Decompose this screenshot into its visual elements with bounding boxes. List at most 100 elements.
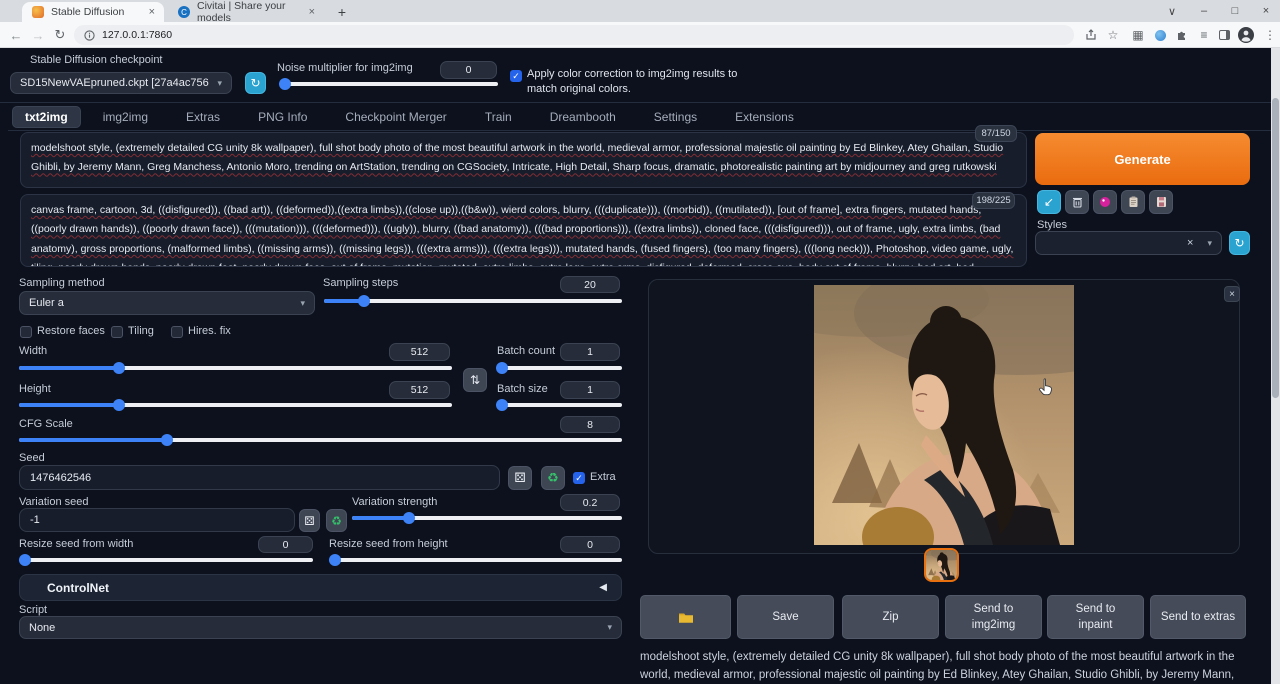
page-scrollbar[interactable] [1271,48,1280,684]
tab-close-icon[interactable]: × [309,6,315,18]
sampling-method-value: Euler a [29,297,64,309]
tab-dreambooth[interactable]: Dreambooth [534,106,632,128]
send-to-extras-button[interactable]: Send to extras [1150,595,1246,639]
share-button[interactable] [1081,25,1101,45]
save-style-button[interactable] [1149,190,1173,214]
browser-tab-stable-diffusion[interactable]: Stable Diffusion × [22,2,164,22]
arrow-down-left-icon: ↙ [1044,195,1054,209]
extra-seed-checkbox[interactable]: ✓ [573,472,585,484]
width-slider[interactable] [19,362,452,374]
reading-list-button[interactable]: ≡ [1194,25,1214,45]
extension-dot-button[interactable] [1150,25,1170,45]
variation-reuse-seed-button[interactable]: ♻ [326,509,347,532]
reuse-seed-button[interactable]: ♻ [541,466,565,490]
prompt-text: modelshoot style, (extremely detailed CG… [31,142,1003,173]
browser-menu-button[interactable]: ⋮ [1260,25,1280,45]
batch-size-slider[interactable] [497,399,622,411]
noise-multiplier-slider[interactable] [281,78,498,90]
apply-style-button[interactable] [1121,190,1145,214]
gallery-thumbnail[interactable] [924,548,959,582]
tab-checkpoint-merger[interactable]: Checkpoint Merger [329,106,462,128]
checkpoint-dropdown[interactable]: SD15NewVAEpruned.ckpt [27a4ac756c] ▾ [10,72,232,94]
tab-extras[interactable]: Extras [170,106,236,128]
forward-button[interactable]: → [28,25,48,45]
list-icon: ≡ [1200,28,1207,42]
variation-strength-slider[interactable] [352,512,622,524]
close-gallery-button[interactable]: × [1224,286,1240,302]
styles-refresh-button[interactable]: ↻ [1229,231,1250,255]
swap-dimensions-button[interactable]: ⇅ [463,368,487,392]
height-slider[interactable] [19,399,452,411]
new-tab-button[interactable]: + [330,2,354,22]
address-bar[interactable]: 127.0.0.1:7860 [74,25,1074,45]
save-button[interactable]: Save [737,595,834,639]
cfg-scale-slider[interactable] [19,434,622,446]
generate-button[interactable]: Generate [1035,133,1250,185]
tiling-label: Tiling [128,325,154,337]
restore-faces-checkbox[interactable] [20,326,32,338]
noise-multiplier-value[interactable]: 0 [440,61,497,79]
variation-seed-input[interactable] [19,508,295,532]
tab-close-icon[interactable]: × [149,6,155,18]
plus-icon: + [338,4,346,20]
zip-button[interactable]: Zip [842,595,939,639]
paste-parameters-button[interactable]: ↙ [1037,190,1061,214]
variation-strength-value[interactable]: 0.2 [560,494,620,511]
extensions-puzzle-button[interactable] [1172,25,1192,45]
tab-img2img[interactable]: img2img [87,106,164,128]
variation-random-seed-button[interactable]: ⚄ [299,509,320,532]
extension-grid-button[interactable]: ▦ [1128,25,1148,45]
scrollbar-thumb[interactable] [1272,98,1279,398]
batch-size-value[interactable]: 1 [560,381,620,399]
negative-prompt-textarea[interactable]: canvas frame, cartoon, 3d, ((disfigured)… [20,194,1027,267]
clear-prompt-button[interactable] [1065,190,1089,214]
resize-seed-width-slider[interactable] [19,554,313,566]
height-value[interactable]: 512 [389,381,450,399]
batch-count-slider[interactable] [497,362,622,374]
bookmark-star-button[interactable]: ☆ [1103,25,1123,45]
sampling-steps-value[interactable]: 20 [560,276,620,293]
reload-button[interactable]: ↻ [50,25,70,45]
back-button[interactable]: ← [6,25,26,45]
window-chevron-button[interactable]: ∨ [1158,1,1186,21]
share-icon [1085,29,1097,41]
tab-txt2img[interactable]: txt2img [12,106,81,128]
thumbnail-image [926,550,957,580]
tab-png-info[interactable]: PNG Info [242,106,323,128]
resize-seed-height-value[interactable]: 0 [560,536,620,553]
info-icon[interactable] [84,30,95,41]
color-correction-checkbox[interactable]: ✓ [510,70,522,82]
window-maximize-button[interactable]: □ [1221,1,1249,21]
tab-settings[interactable]: Settings [638,106,713,128]
browser-tab-civitai[interactable]: C Civitai | Share your models × [168,2,324,22]
width-value[interactable]: 512 [389,343,450,361]
window-close-button[interactable]: × [1252,1,1280,21]
profile-avatar[interactable] [1236,25,1256,45]
script-dropdown[interactable]: None ▾ [19,616,622,639]
send-to-inpaint-button[interactable]: Send to inpaint [1047,595,1144,639]
send-to-img2img-button[interactable]: Send to img2img [945,595,1042,639]
styles-dropdown[interactable]: × ▾ [1035,231,1222,255]
tab-train[interactable]: Train [469,106,528,128]
batch-count-value[interactable]: 1 [560,343,620,361]
open-folder-button[interactable] [640,595,731,639]
seed-input[interactable] [19,465,500,490]
resize-seed-height-slider[interactable] [329,554,622,566]
style-palette-button[interactable] [1093,190,1117,214]
sampling-method-dropdown[interactable]: Euler a ▾ [19,291,315,315]
resize-seed-width-value[interactable]: 0 [258,536,313,553]
window-minimize-button[interactable]: – [1190,1,1218,21]
side-panel-button[interactable] [1214,25,1234,45]
random-seed-button[interactable]: ⚄ [508,466,532,490]
generated-image[interactable] [814,285,1074,545]
clear-styles-icon[interactable]: × [1187,237,1193,249]
prompt-textarea[interactable]: modelshoot style, (extremely detailed CG… [20,132,1027,188]
checkpoint-refresh-button[interactable]: ↻ [245,72,266,94]
variation-strength-label: Variation strength [352,496,437,508]
tiling-checkbox[interactable] [111,326,123,338]
sampling-steps-slider[interactable] [324,295,622,307]
controlnet-accordion[interactable]: ControlNet ◀ [19,574,622,601]
cfg-scale-value[interactable]: 8 [560,416,620,433]
hires-fix-checkbox[interactable] [171,326,183,338]
tab-extensions[interactable]: Extensions [719,106,810,128]
